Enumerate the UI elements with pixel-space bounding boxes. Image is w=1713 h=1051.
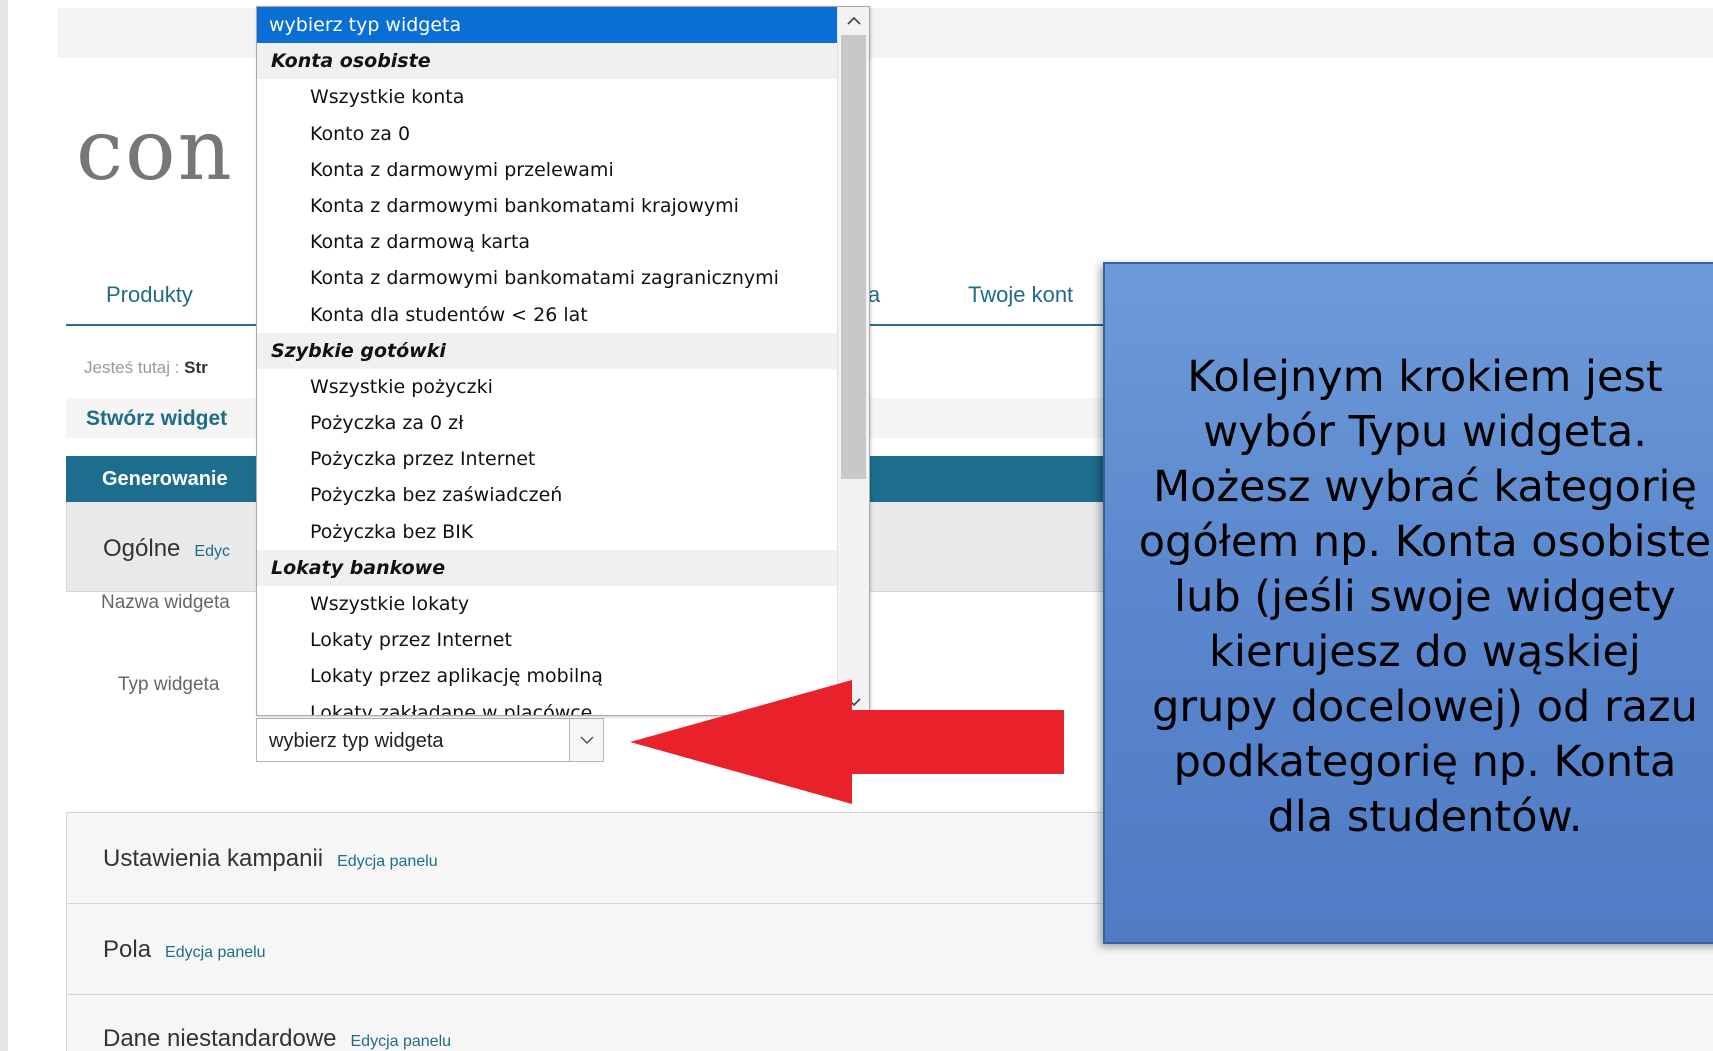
- breadcrumb: Jesteś tutaj : Str: [84, 358, 208, 378]
- scrollbar-thumb[interactable]: [841, 35, 866, 479]
- widget-type-select[interactable]: wybierz typ widgeta: [256, 718, 604, 762]
- dropdown-option[interactable]: Pożyczka bez BIK: [257, 514, 837, 550]
- dropdown-option[interactable]: Pożyczka przez Internet: [257, 441, 837, 477]
- dropdown-option-selected[interactable]: wybierz typ widgeta: [257, 7, 837, 44]
- dropdown-option[interactable]: Konto za 0: [257, 116, 837, 152]
- panel-general-title-text: Ogólne: [103, 535, 181, 562]
- dropdown-option[interactable]: Konta z darmową karta: [257, 224, 837, 260]
- dropdown-group-quick-cash: Szybkie gotówki: [257, 332, 837, 369]
- callout-line: wybór Typu widgeta.: [1203, 407, 1647, 457]
- widget-name-label: Nazwa widgeta: [101, 592, 230, 613]
- panel-campaign-title: Ustawienia kampanii Edycja panelu: [103, 845, 438, 873]
- generate-tab[interactable]: Generowanie: [102, 468, 228, 491]
- dropdown-group-bank-deposits: Lokaty bankowe: [257, 549, 837, 586]
- dropdown-group-personal-accounts: Konta osobiste: [257, 43, 837, 80]
- dropdown-option[interactable]: Wszystkie konta: [257, 79, 837, 115]
- dropdown-option[interactable]: Wszystkie pożyczki: [257, 369, 837, 405]
- panel-fields-title-text: Pola: [103, 936, 152, 963]
- widget-type-dropdown-list[interactable]: wybierz typ widgeta Konta osobiste Wszys…: [256, 6, 870, 716]
- scroll-up-icon[interactable]: [838, 7, 869, 33]
- breadcrumb-current[interactable]: Str: [184, 358, 208, 377]
- panel-custom-title: Dane niestandardowe Edycja panelu: [103, 1025, 451, 1051]
- panel-general-title: Ogólne Edyc: [103, 535, 230, 563]
- panel-campaign-title-text: Ustawienia kampanii: [103, 845, 324, 872]
- dropdown-option[interactable]: Wszystkie lokaty: [257, 586, 837, 622]
- callout-text: Kolejnym krokiem jest wybór Typu widgeta…: [1105, 350, 1713, 845]
- dropdown-option[interactable]: Pożyczka bez zaświadczeń: [257, 477, 837, 513]
- dropdown-option[interactable]: Lokaty przez Internet: [257, 622, 837, 658]
- panel-fields-title: Pola Edycja panelu: [103, 936, 266, 964]
- nav-item-your-accounts[interactable]: Twoje kont: [968, 282, 1073, 308]
- red-arrow-icon: [630, 680, 1064, 804]
- site-logo[interactable]: con: [76, 108, 234, 192]
- create-widget-title: Stwórz widget: [86, 407, 228, 430]
- panel-general-edit-link[interactable]: Edyc: [194, 543, 230, 560]
- breadcrumb-label: Jesteś tutaj :: [84, 358, 180, 377]
- nav-item-products[interactable]: Produkty: [106, 282, 193, 308]
- dropdown-option[interactable]: Konta z darmowymi bankomatami zagraniczn…: [257, 260, 837, 296]
- callout-line: ogółem np. Konta osobiste: [1138, 517, 1712, 567]
- panel-campaign-edit-link[interactable]: Edycja panelu: [337, 853, 438, 870]
- dropdown-option[interactable]: Konta z darmowymi bankomatami krajowymi: [257, 188, 837, 224]
- panel-custom-title-text: Dane niestandardowe: [103, 1025, 337, 1051]
- dropdown-option[interactable]: Konta z darmowymi przelewami: [257, 152, 837, 188]
- callout-line: kierujesz do wąskiej: [1209, 627, 1641, 677]
- callout-line: Kolejnym krokiem jest: [1187, 352, 1663, 402]
- widget-type-select-value: wybierz typ widgeta: [269, 730, 444, 752]
- dropdown-option[interactable]: Pożyczka za 0 zł: [257, 405, 837, 441]
- callout-line: grupy docelowej) od razu: [1152, 682, 1698, 732]
- instruction-callout: Kolejnym krokiem jest wybór Typu widgeta…: [1103, 262, 1713, 944]
- callout-line: Możesz wybrać kategorię: [1153, 462, 1697, 512]
- page: con Produkty ia Twoje kont Jesteś tutaj …: [0, 0, 1713, 1051]
- panel-fields-edit-link[interactable]: Edycja panelu: [165, 944, 266, 961]
- dropdown-options: wybierz typ widgeta Konta osobiste Wszys…: [257, 7, 837, 715]
- panel-custom-data[interactable]: Dane niestandardowe Edycja panelu: [66, 994, 1713, 1051]
- dropdown-scrollbar[interactable]: [837, 7, 869, 715]
- callout-line: lub (jeśli swoje widgety: [1174, 572, 1676, 622]
- chevron-down-icon[interactable]: [569, 719, 603, 761]
- panel-custom-edit-link[interactable]: Edycja panelu: [351, 1033, 452, 1050]
- widget-type-label: Typ widgeta: [118, 674, 220, 695]
- dropdown-option[interactable]: Konta dla studentów < 26 lat: [257, 297, 837, 333]
- callout-line: dla studentów.: [1267, 792, 1583, 842]
- callout-line: podkategorię np. Konta: [1173, 737, 1677, 787]
